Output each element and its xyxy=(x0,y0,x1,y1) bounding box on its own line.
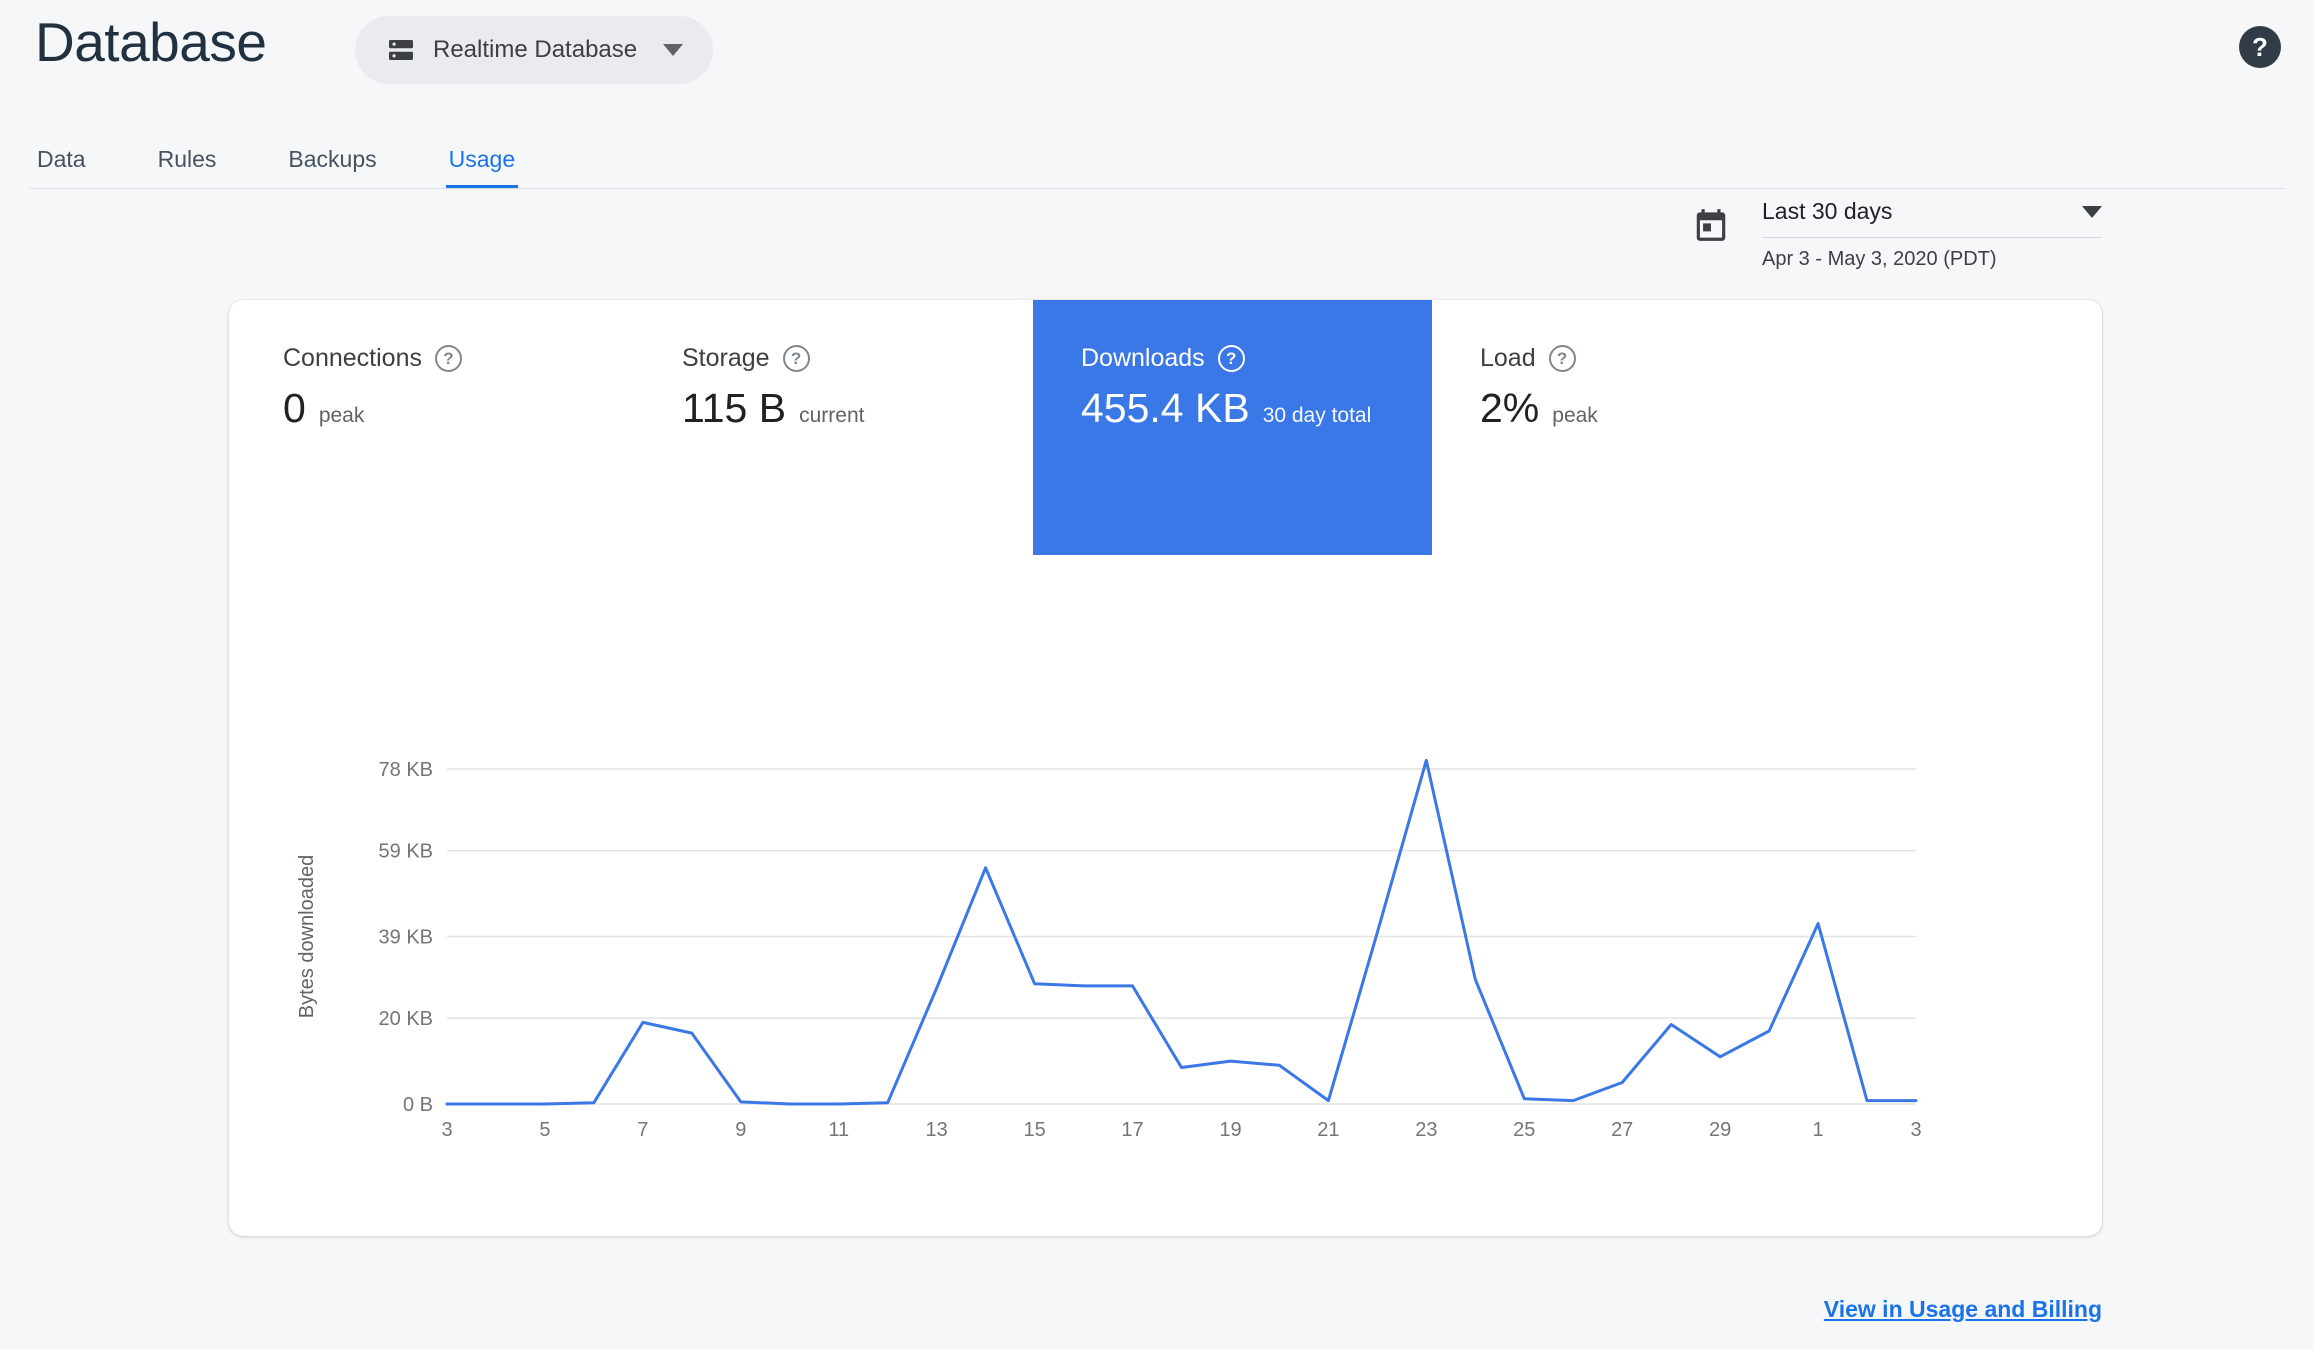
metric-value: 455.4 KB xyxy=(1081,385,1250,431)
metric-unit: current xyxy=(799,404,865,427)
question-circle-icon[interactable]: ? xyxy=(434,345,462,372)
metric-label: Load xyxy=(1480,344,1536,372)
view-usage-billing-link[interactable]: View in Usage and Billing xyxy=(1824,1296,2102,1323)
svg-text:21: 21 xyxy=(1317,1119,1339,1141)
date-range-dropdown: Last 30 days Apr 3 - May 3, 2020 (PDT) xyxy=(1762,198,2102,271)
metric-label: Storage xyxy=(682,344,770,372)
svg-text:39 KB: 39 KB xyxy=(379,927,433,949)
metric-label: Downloads xyxy=(1081,344,1205,372)
svg-text:27: 27 xyxy=(1611,1119,1633,1141)
date-range-label: Last 30 days xyxy=(1762,198,1893,224)
question-circle-icon[interactable]: ? xyxy=(1548,345,1576,372)
metric-unit: peak xyxy=(1552,404,1598,427)
database-selector-label: Realtime Database xyxy=(433,36,638,63)
question-circle-icon[interactable]: ? xyxy=(782,345,810,372)
metric-load[interactable]: Load ? 2% peak xyxy=(1432,300,1831,555)
svg-text:9: 9 xyxy=(735,1119,746,1141)
chevron-down-icon xyxy=(663,44,684,56)
svg-text:5: 5 xyxy=(539,1119,550,1141)
svg-text:Bytes downloaded: Bytes downloaded xyxy=(296,855,318,1018)
svg-text:19: 19 xyxy=(1219,1119,1241,1141)
page-title: Database xyxy=(35,11,267,73)
metric-storage[interactable]: Storage ? 115 B current xyxy=(634,300,1033,555)
tab-usage[interactable]: Usage xyxy=(445,132,519,189)
svg-text:0 B: 0 B xyxy=(403,1094,433,1116)
tab-backups[interactable]: Backups xyxy=(285,132,379,189)
svg-text:20 KB: 20 KB xyxy=(379,1008,433,1030)
tab-bar: Data Rules Backups Usage xyxy=(34,132,519,189)
metric-value: 0 xyxy=(283,385,306,431)
question-circle-icon[interactable]: ? xyxy=(1217,345,1245,372)
metric-downloads[interactable]: Downloads ? 455.4 KB 30 day total xyxy=(1033,300,1432,555)
metric-tiles: Connections ? 0 peak Storage ? 115 B cur… xyxy=(235,300,1831,555)
svg-text:78 KB: 78 KB xyxy=(379,759,433,781)
tabs-divider xyxy=(30,188,2284,189)
svg-text:59 KB: 59 KB xyxy=(379,841,433,863)
metric-connections[interactable]: Connections ? 0 peak xyxy=(235,300,634,555)
svg-text:1: 1 xyxy=(1813,1119,1824,1141)
metric-unit: peak xyxy=(318,404,365,427)
metric-value: 115 B xyxy=(682,385,787,431)
svg-text:3: 3 xyxy=(1910,1119,1921,1141)
date-range-selector[interactable]: Last 30 days Apr 3 - May 3, 2020 (PDT) xyxy=(1692,198,2102,271)
svg-text:25: 25 xyxy=(1513,1119,1535,1141)
date-range-dates: Apr 3 - May 3, 2020 (PDT) xyxy=(1762,248,1997,270)
metric-label: Connections xyxy=(283,344,422,372)
database-icon xyxy=(385,34,417,66)
svg-text:15: 15 xyxy=(1023,1119,1045,1141)
usage-card: 0 B 20 KB 39 KB 59 KB 78 KB 3 5 7 9 11 13 15 17 19 21 2… xyxy=(229,300,2102,1236)
tab-data[interactable]: Data xyxy=(34,132,89,189)
chevron-down-icon xyxy=(2082,205,2102,218)
metric-unit: 30 day total xyxy=(1262,404,1372,427)
calendar-icon xyxy=(1692,206,1730,244)
svg-text:29: 29 xyxy=(1709,1119,1731,1141)
bottom-strip xyxy=(0,1350,2314,1366)
svg-text:11: 11 xyxy=(828,1119,849,1141)
svg-text:23: 23 xyxy=(1415,1119,1437,1141)
svg-text:7: 7 xyxy=(637,1119,648,1141)
tab-rules[interactable]: Rules xyxy=(155,132,220,189)
database-selector-dropdown[interactable]: Realtime Database xyxy=(355,16,714,84)
help-icon[interactable]: ? xyxy=(2239,26,2281,68)
svg-text:13: 13 xyxy=(926,1119,948,1141)
svg-text:17: 17 xyxy=(1121,1119,1143,1141)
help-glyph: ? xyxy=(2252,31,2268,62)
svg-text:3: 3 xyxy=(441,1119,452,1141)
metric-value: 2% xyxy=(1480,385,1540,431)
